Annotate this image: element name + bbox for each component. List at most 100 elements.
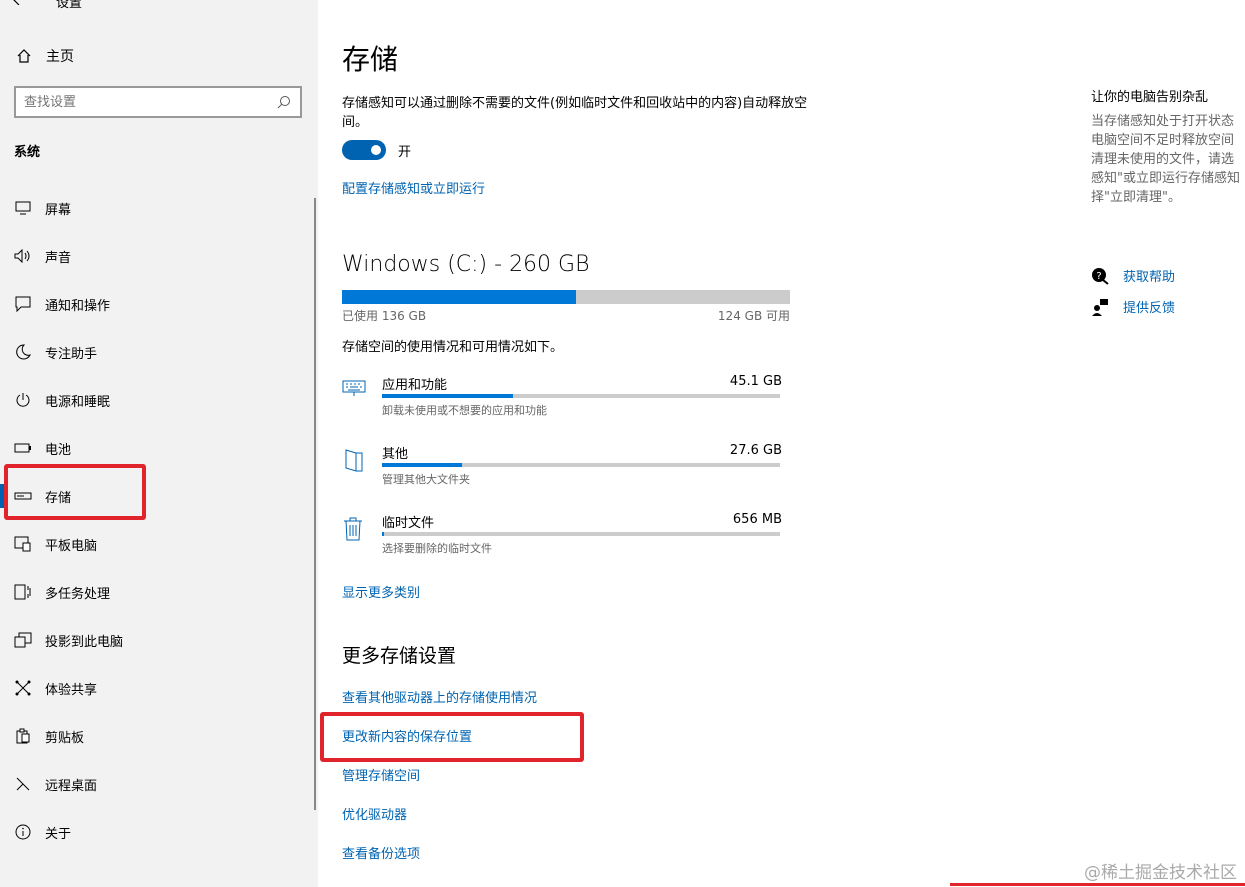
- highlight-box-save-location: [320, 712, 584, 762]
- search-box[interactable]: [14, 86, 302, 118]
- sidebar-item-label: 电源和睡眠: [45, 394, 111, 410]
- sidebar-item-label: 关于: [45, 826, 72, 842]
- power-icon: [14, 391, 32, 409]
- sidebar-scrollbar[interactable]: [314, 198, 316, 810]
- storage-sense-toggle-row: 开: [342, 140, 411, 160]
- sidebar-item-tablet[interactable]: 平板电脑: [0, 520, 318, 568]
- highlight-box-storage: [4, 464, 146, 520]
- section-title: 系统: [14, 145, 41, 160]
- drive-free-label: 124 GB 可用: [717, 309, 790, 323]
- sidebar: 设置 主页 系统 屏幕 声音 通知: [0, 0, 318, 887]
- get-help-label[interactable]: 获取帮助: [1123, 266, 1175, 285]
- info-icon: [14, 823, 32, 841]
- more-storage-settings-title: 更多存储设置: [342, 645, 457, 667]
- settings-window: 设置 主页 系统 屏幕 声音 通知: [0, 0, 1245, 887]
- sidebar-item-clipboard[interactable]: 剪贴板: [0, 712, 318, 760]
- sidebar-item-multitasking[interactable]: 多任务处理: [0, 568, 318, 616]
- sidebar-item-power[interactable]: 电源和睡眠: [0, 376, 318, 424]
- sidebar-item-label: 专注助手: [45, 346, 98, 362]
- get-help-link[interactable]: ? 获取帮助: [1091, 260, 1175, 291]
- storage-sense-description: 存储感知可以通过删除不需要的文件(例如临时文件和回收站中的内容)自动释放空间。: [342, 96, 808, 130]
- notification-icon: [14, 295, 32, 313]
- category-other[interactable]: 其他 27.6 GB 管理其他大文件夹: [342, 443, 782, 493]
- sidebar-item-label: 投影到此电脑: [45, 634, 124, 650]
- sidebar-item-sound[interactable]: 声音: [0, 232, 318, 280]
- right-panel-desc-line: 清理未使用的文件，请选: [1091, 152, 1235, 167]
- drive-title: Windows (C:) - 260 GB: [342, 252, 590, 277]
- usage-description: 存储空间的使用情况和可用情况如下。: [342, 340, 564, 355]
- sidebar-item-label: 远程桌面: [45, 778, 98, 794]
- category-size: 656 MB: [732, 512, 782, 527]
- sidebar-item-label: 通知和操作: [45, 298, 111, 314]
- home-icon: [14, 46, 34, 66]
- right-panel-desc-line: 择"立即清理"。: [1091, 190, 1181, 205]
- trash-icon: [342, 516, 366, 541]
- share-icon: [14, 679, 32, 697]
- optimize-drives-link[interactable]: 优化驱动器: [342, 804, 407, 823]
- tablet-icon: [14, 535, 32, 553]
- category-bar: [382, 394, 780, 398]
- sidebar-item-label: 体验共享: [45, 682, 98, 698]
- sidebar-item-project[interactable]: 投影到此电脑: [0, 616, 318, 664]
- category-subtitle: 选择要删除的临时文件: [382, 542, 492, 555]
- sidebar-item-display[interactable]: 屏幕: [0, 184, 318, 232]
- sidebar-item-label: 声音: [45, 250, 72, 266]
- speaker-icon: [14, 247, 32, 265]
- category-temp-files[interactable]: 临时文件 656 MB 选择要删除的临时文件: [342, 512, 782, 562]
- show-more-categories-link[interactable]: 显示更多类别: [342, 582, 420, 601]
- multitask-icon: [14, 583, 32, 601]
- bottom-red-line: [950, 883, 1245, 886]
- sidebar-item-label: 电池: [45, 442, 72, 458]
- bottom-edge: [0, 881, 1245, 887]
- svg-text:?: ?: [1096, 271, 1101, 282]
- category-name: 应用和功能: [382, 378, 448, 393]
- right-panel-desc-line: 感知"或立即运行存储感知: [1091, 171, 1240, 186]
- right-panel-desc-line: 当存储感知处于打开状态: [1091, 114, 1235, 129]
- sidebar-item-notifications[interactable]: 通知和操作: [0, 280, 318, 328]
- manage-storage-spaces-link[interactable]: 管理存储空间: [342, 765, 420, 784]
- search-icon[interactable]: [276, 94, 292, 110]
- sidebar-item-remote-desktop[interactable]: 远程桌面: [0, 760, 318, 808]
- sidebar-item-shared-experiences[interactable]: 体验共享: [0, 664, 318, 712]
- give-feedback-link[interactable]: 提供反馈: [1091, 291, 1175, 322]
- battery-icon: [14, 439, 32, 457]
- nav-home[interactable]: 主页: [14, 46, 74, 66]
- folder-icon: [342, 447, 366, 472]
- view-backup-options-link[interactable]: 查看备份选项: [342, 843, 420, 862]
- sidebar-item-focus-assist[interactable]: 专注助手: [0, 328, 318, 376]
- category-name: 其他: [382, 447, 409, 462]
- category-subtitle: 卸载未使用或不想要的应用和功能: [382, 404, 547, 417]
- help-chat-icon: ?: [1091, 267, 1109, 285]
- window-title: 设置: [56, 0, 83, 11]
- configure-storage-sense-link[interactable]: 配置存储感知或立即运行: [342, 178, 485, 197]
- category-bar: [382, 463, 780, 467]
- category-bar-fill: [382, 532, 385, 536]
- view-other-drives-link[interactable]: 查看其他驱动器上的存储使用情况: [342, 687, 537, 706]
- sidebar-item-label: 剪贴板: [45, 730, 85, 746]
- clipboard-icon: [14, 727, 32, 745]
- right-panel-desc-line: 电脑空间不足时释放空间: [1091, 133, 1235, 148]
- sidebar-item-label: 平板电脑: [45, 538, 98, 554]
- category-size: 45.1 GB: [729, 374, 782, 389]
- feedback-person-icon: [1091, 298, 1109, 316]
- moon-icon: [14, 343, 32, 361]
- sidebar-item-label: 多任务处理: [45, 586, 111, 602]
- category-bar: [382, 532, 780, 536]
- category-apps[interactable]: 应用和功能 45.1 GB 卸载未使用或不想要的应用和功能: [342, 374, 782, 424]
- category-subtitle: 管理其他大文件夹: [382, 473, 470, 486]
- monitor-icon: [14, 199, 32, 217]
- search-input[interactable]: [24, 94, 276, 110]
- storage-sense-toggle[interactable]: [342, 140, 386, 160]
- sidebar-item-label: 屏幕: [45, 202, 72, 218]
- back-arrow-icon[interactable]: [12, 0, 22, 9]
- right-panel-title: 让你的电脑告别杂乱: [1091, 90, 1209, 105]
- watermark-text: @稀土掘金技术社区: [1084, 863, 1237, 883]
- category-size: 27.6 GB: [729, 443, 782, 458]
- category-name: 临时文件: [382, 516, 435, 531]
- right-panel-description: 当存储感知处于打开状态 电脑空间不足时释放空间 清理未使用的文件，请选 感知"或…: [1091, 112, 1245, 207]
- keyboard-icon: [342, 378, 366, 402]
- right-panel-links: ? 获取帮助 提供反馈: [1091, 260, 1175, 322]
- sidebar-item-about[interactable]: 关于: [0, 808, 318, 856]
- give-feedback-label[interactable]: 提供反馈: [1123, 297, 1175, 316]
- toggle-state-label: 开: [398, 144, 412, 160]
